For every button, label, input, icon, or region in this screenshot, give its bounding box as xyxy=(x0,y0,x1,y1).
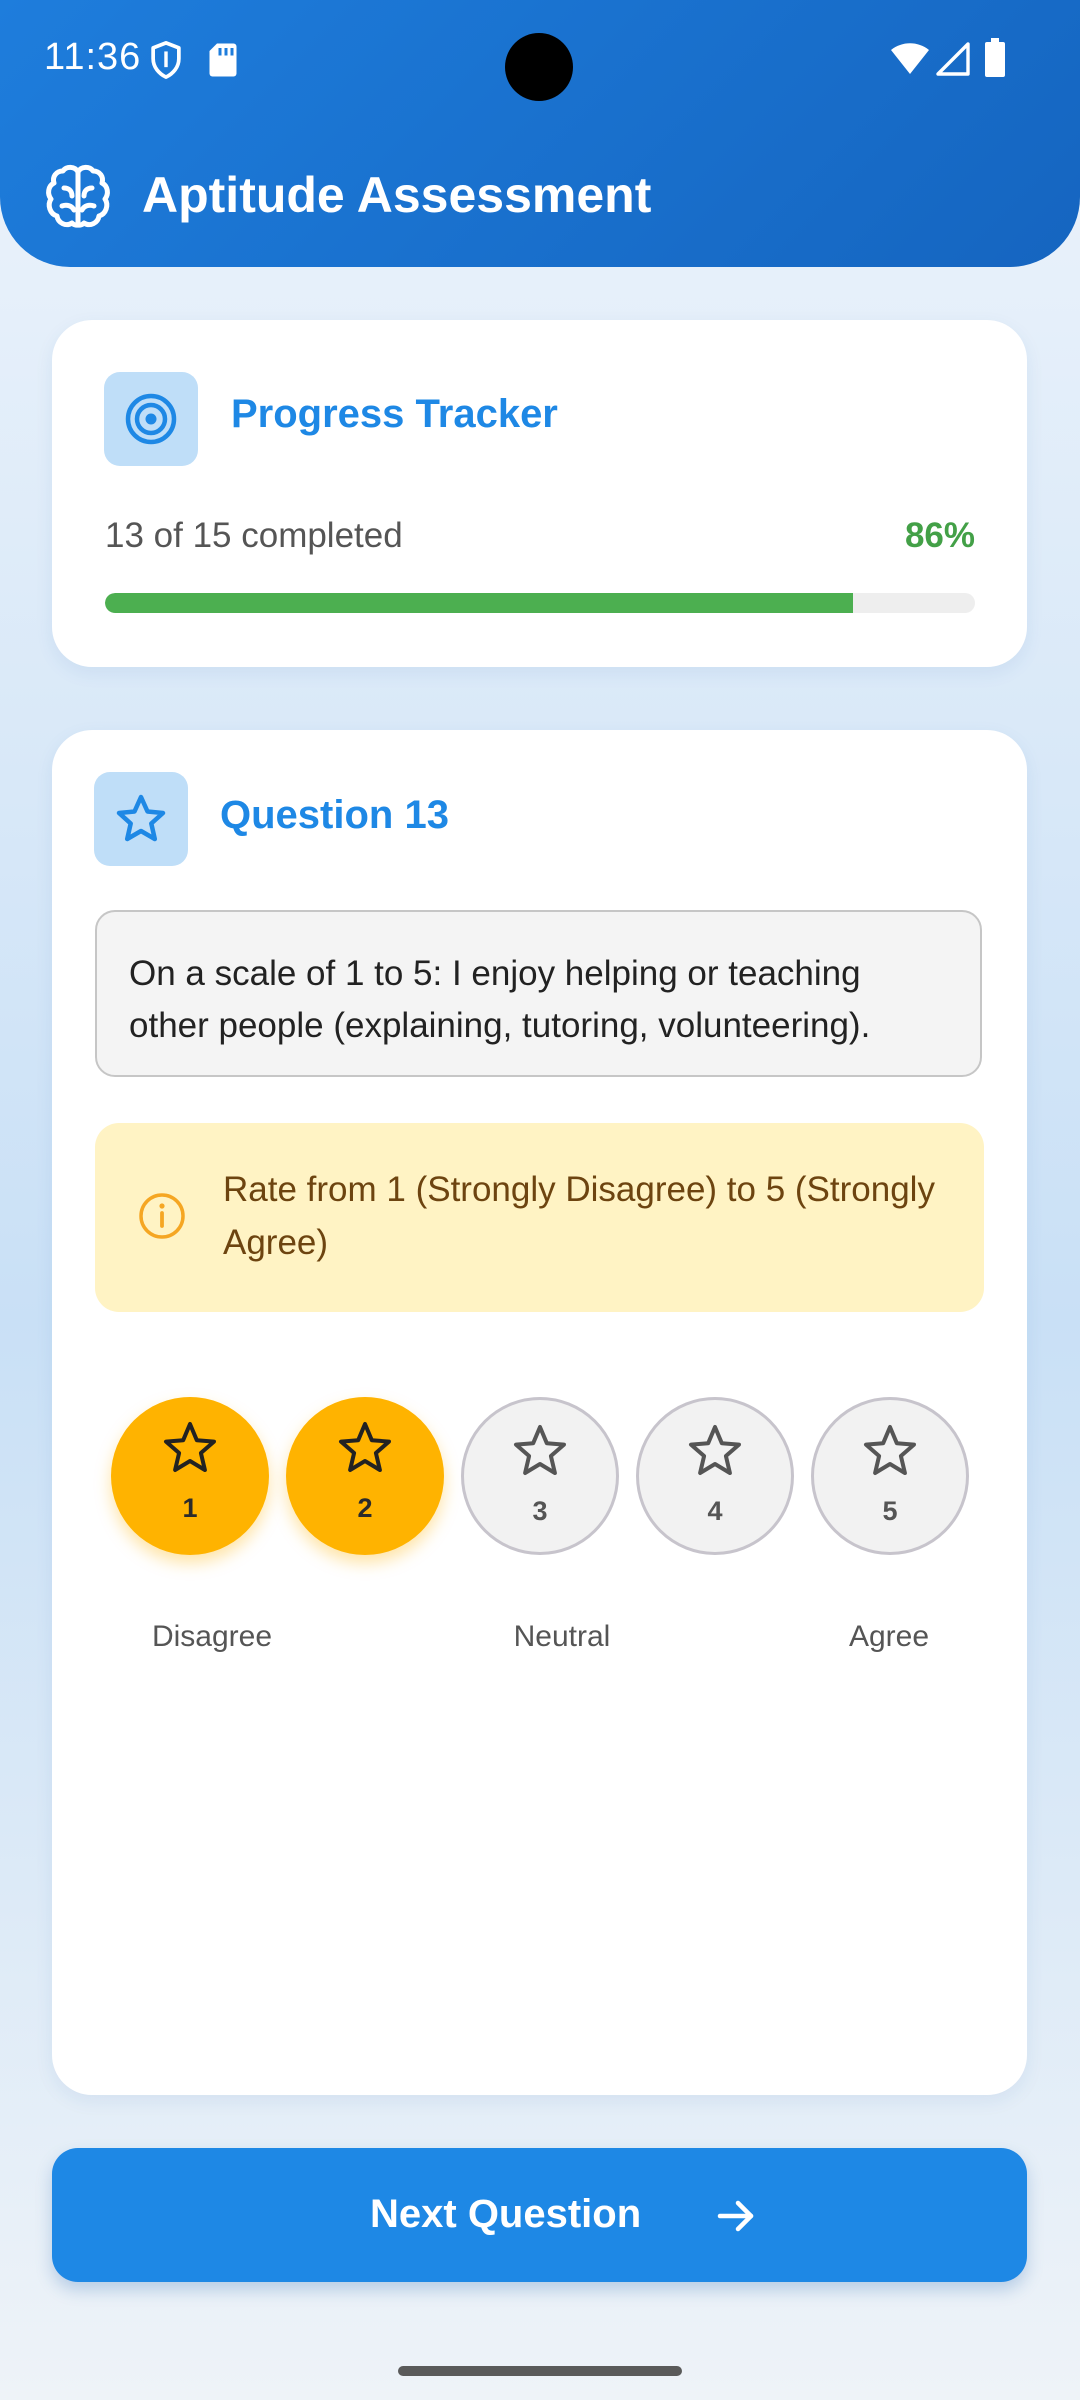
scale-label-neutral: Neutral xyxy=(513,1620,611,1653)
hint-text: Rate from 1 (Strongly Disagree) to 5 (St… xyxy=(223,1170,935,1262)
signal-icon xyxy=(936,42,970,76)
star-icon xyxy=(689,1425,741,1475)
shield-icon xyxy=(151,41,181,79)
star-icon xyxy=(864,1425,916,1475)
rating-value: 5 xyxy=(882,1496,898,1526)
scale-label-agree: Agree xyxy=(848,1620,930,1653)
rating-value: 4 xyxy=(707,1496,723,1526)
status-bar: 11:36 xyxy=(0,0,1080,120)
question-text: On a scale of 1 to 5: I enjoy helping or… xyxy=(95,910,982,1077)
question-icon-tile xyxy=(94,772,188,866)
star-icon xyxy=(164,1422,216,1472)
rating-value: 2 xyxy=(357,1493,373,1523)
battery-icon xyxy=(985,38,1005,77)
info-icon xyxy=(139,1193,185,1239)
rating-option-5[interactable]: 5 xyxy=(811,1397,969,1555)
status-time: 11:36 xyxy=(44,36,142,78)
question-title: Question 13 xyxy=(220,793,449,837)
question-card: Question 13 On a scale of 1 to 5: I enjo… xyxy=(52,730,1027,2095)
page-title: Aptitude Assessment xyxy=(142,167,652,223)
progress-title: Progress Tracker xyxy=(231,392,558,436)
progress-bar-fill xyxy=(105,593,854,613)
rating-option-4[interactable]: 4 xyxy=(636,1397,794,1555)
wifi-icon xyxy=(891,43,929,74)
rating-option-2[interactable]: 2 xyxy=(286,1397,444,1555)
progress-percent: 86% xyxy=(904,516,975,555)
sd-card-icon xyxy=(209,43,237,77)
progress-card: Progress Tracker 13 of 15 completed 86% xyxy=(52,320,1027,667)
star-icon xyxy=(339,1422,391,1472)
camera-cutout xyxy=(505,33,573,101)
target-icon xyxy=(125,393,177,445)
progress-icon-tile xyxy=(104,372,198,466)
progress-bar xyxy=(105,593,975,613)
rating-option-3[interactable]: 3 xyxy=(461,1397,619,1555)
next-question-button[interactable]: Next Question xyxy=(52,2148,1027,2282)
rating-option-1[interactable]: 1 xyxy=(111,1397,269,1555)
app-header: 11:36 Aptitude Assessment xyxy=(0,0,1080,267)
scale-label-disagree: Disagree xyxy=(151,1620,273,1653)
star-icon xyxy=(514,1425,566,1475)
brain-icon xyxy=(46,164,110,228)
rating-value: 1 xyxy=(182,1493,198,1523)
hint-banner: Rate from 1 (Strongly Disagree) to 5 (St… xyxy=(95,1123,984,1312)
home-indicator[interactable] xyxy=(398,2366,682,2376)
progress-count: 13 of 15 completed xyxy=(105,516,403,555)
rating-value: 3 xyxy=(532,1496,548,1526)
next-question-label: Next Question xyxy=(370,2192,642,2236)
star-outline-icon xyxy=(116,794,166,842)
arrow-right-icon xyxy=(717,2200,754,2232)
